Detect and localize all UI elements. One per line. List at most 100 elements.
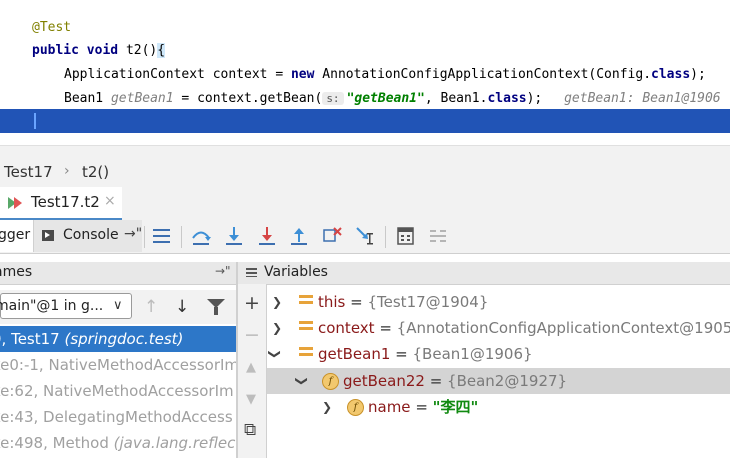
variable-equals: = [374,319,397,337]
previous-frame-icon[interactable]: ↑ [144,297,158,317]
chevron-down-icon: ∨ [113,298,123,313]
local-variable-icon [299,321,313,330]
move-up-icon[interactable]: ▲ [246,360,256,375]
breadcrumb-method[interactable]: t2() [82,163,109,181]
step-over-icon[interactable] [190,225,212,247]
toolbar-divider [385,226,386,248]
keyword-class: class [651,67,691,82]
run-to-cursor-icon[interactable] [354,225,376,247]
tab-debugger-label: gger [0,227,31,243]
line3-end: ); [690,67,706,82]
keyword-void: void [86,43,119,58]
filter-icon[interactable] [207,299,225,315]
local-variable-icon [299,347,313,356]
chevron-right-icon[interactable]: ❯ [272,315,282,341]
breadcrumb-class[interactable]: Test17 [4,163,53,181]
tab-console-label: Console [63,227,119,243]
frame-item[interactable]: ke:498, Method (java.lang.reflec [0,430,236,456]
code-editor[interactable]: @Test public void t2(){ ApplicationConte… [0,0,730,148]
debug-tab-label: Test17.t2 [31,193,100,211]
line4-var-hint: getBean1 [110,91,174,106]
variable-name: getBean22 [343,372,425,390]
drop-frame-icon[interactable] [321,225,343,247]
evaluate-expression-icon[interactable] [395,225,417,247]
move-down-icon[interactable]: ▼ [246,392,256,407]
code-line-annotation: @Test [32,17,71,39]
variable-equals: = [424,372,448,390]
frame-location: ke:498, Method [0,434,114,452]
frame-item[interactable]: ke:43, DelegatingMethodAccess [0,404,236,430]
trace-stream-icon[interactable] [427,225,449,247]
line3-decl: ApplicationContext context = [64,67,291,82]
variable-name: this [318,293,346,311]
variable-value: {Bean1@1906} [412,345,533,363]
frame-item[interactable]: ke:62, NativeMethodAccessorIm [0,378,236,404]
tab-debugger[interactable]: gger [0,220,34,252]
thread-selector-row: main"@1 in g... ∨ ↑ ↓ [0,290,236,324]
toolbar-divider [144,226,145,248]
restore-layout-icon[interactable]: →" [124,226,142,242]
frame-package: (springdoc.test) [64,330,184,348]
local-variable-icon [299,295,313,304]
remove-watch-icon[interactable]: − [244,324,260,346]
frames-title: ames [0,264,33,280]
step-out-icon[interactable] [288,225,310,247]
chevron-right-icon[interactable]: ❯ [322,394,332,420]
chevron-right-icon[interactable]: ❯ [272,289,282,315]
frame-item[interactable]: ke0:-1, NativeMethodAccessorIm [0,352,236,378]
variables-title: Variables [264,264,328,280]
field-icon: f [347,399,364,416]
frame-location: ke:43, DelegatingMethodAccess [0,408,233,426]
keyword-class-2: class [487,91,527,106]
toolbar-divider [181,226,182,248]
debug-toolbar: gger Console →" [0,220,730,254]
annotation-text: @Test [32,20,72,35]
run-config-icon [8,197,22,209]
add-watch-icon[interactable]: + [244,292,260,314]
layout-menu-icon[interactable] [151,225,173,247]
variables-panel-header: Variables [238,262,730,285]
duplicate-watch-icon[interactable]: ⧉ [244,420,256,440]
variable-name: name [368,398,411,416]
variable-value: {AnnotationConfigApplicationContext@1905… [396,319,730,337]
breadcrumb: Test17 › t2() [0,161,730,188]
debug-session-tabbar: Test17.t2 × [0,187,730,221]
tab-console[interactable]: Console →" [34,220,142,252]
breadcrumb-bar-top [0,145,730,162]
variable-row[interactable]: ❯ getBean1 = {Bean1@1906} [267,341,730,367]
restore-layout-icon[interactable]: →" [215,264,231,278]
breadcrumb-separator: › [64,163,70,179]
method-open-brace: { [157,43,166,58]
variable-row[interactable]: ❯ context = {AnnotationConfigApplication… [267,315,730,341]
line4-type: Bean1 [64,91,111,106]
next-frame-icon[interactable]: ↓ [175,297,189,317]
code-line-getbean: Bean1 getBean1 = context.getBean(s: "getB… [64,88,721,110]
field-icon: f [322,373,339,390]
frame-package: (java.lang.reflec [113,434,236,452]
frame-location: ke:62, NativeMethodAccessorIm [0,382,234,400]
variable-equals: = [345,293,368,311]
close-icon[interactable]: × [104,193,116,209]
chevron-down-icon[interactable]: ❯ [289,376,315,386]
frame-location: ke0:-1, NativeMethodAccessorIm [0,356,236,374]
force-step-into-icon[interactable] [256,225,278,247]
variable-name: context [318,319,375,337]
variable-row[interactable]: ❯ f name = "李四" [267,394,730,420]
line4-arg: , Bean1. [424,91,488,106]
execution-point-line [0,109,730,133]
variable-equals: = [390,345,413,363]
chevron-down-icon[interactable]: ❯ [262,349,288,359]
variable-row[interactable]: ❯ this = {Test17@1904} [267,289,730,315]
variables-side-toolbar: + − ▲ ▼ ⧉ [238,284,267,458]
frame-item[interactable]: 9, Test17 (springdoc.test) [0,326,236,352]
thread-dropdown[interactable]: main"@1 in g... ∨ [0,293,132,319]
debug-session-tab[interactable]: Test17.t2 × [0,187,122,221]
inline-debug-value: getBean1: Bean1@1906 [564,91,721,106]
code-line-context: ApplicationContext context = new Annotat… [64,64,706,86]
variable-row[interactable]: ❯ f getBean22 = {Bean2@1927} [267,368,730,394]
keyword-public: public [32,43,79,58]
variable-equals: = [410,398,433,416]
method-name: t2() [125,43,158,58]
step-into-icon[interactable] [223,225,245,247]
variables-icon [246,268,257,277]
